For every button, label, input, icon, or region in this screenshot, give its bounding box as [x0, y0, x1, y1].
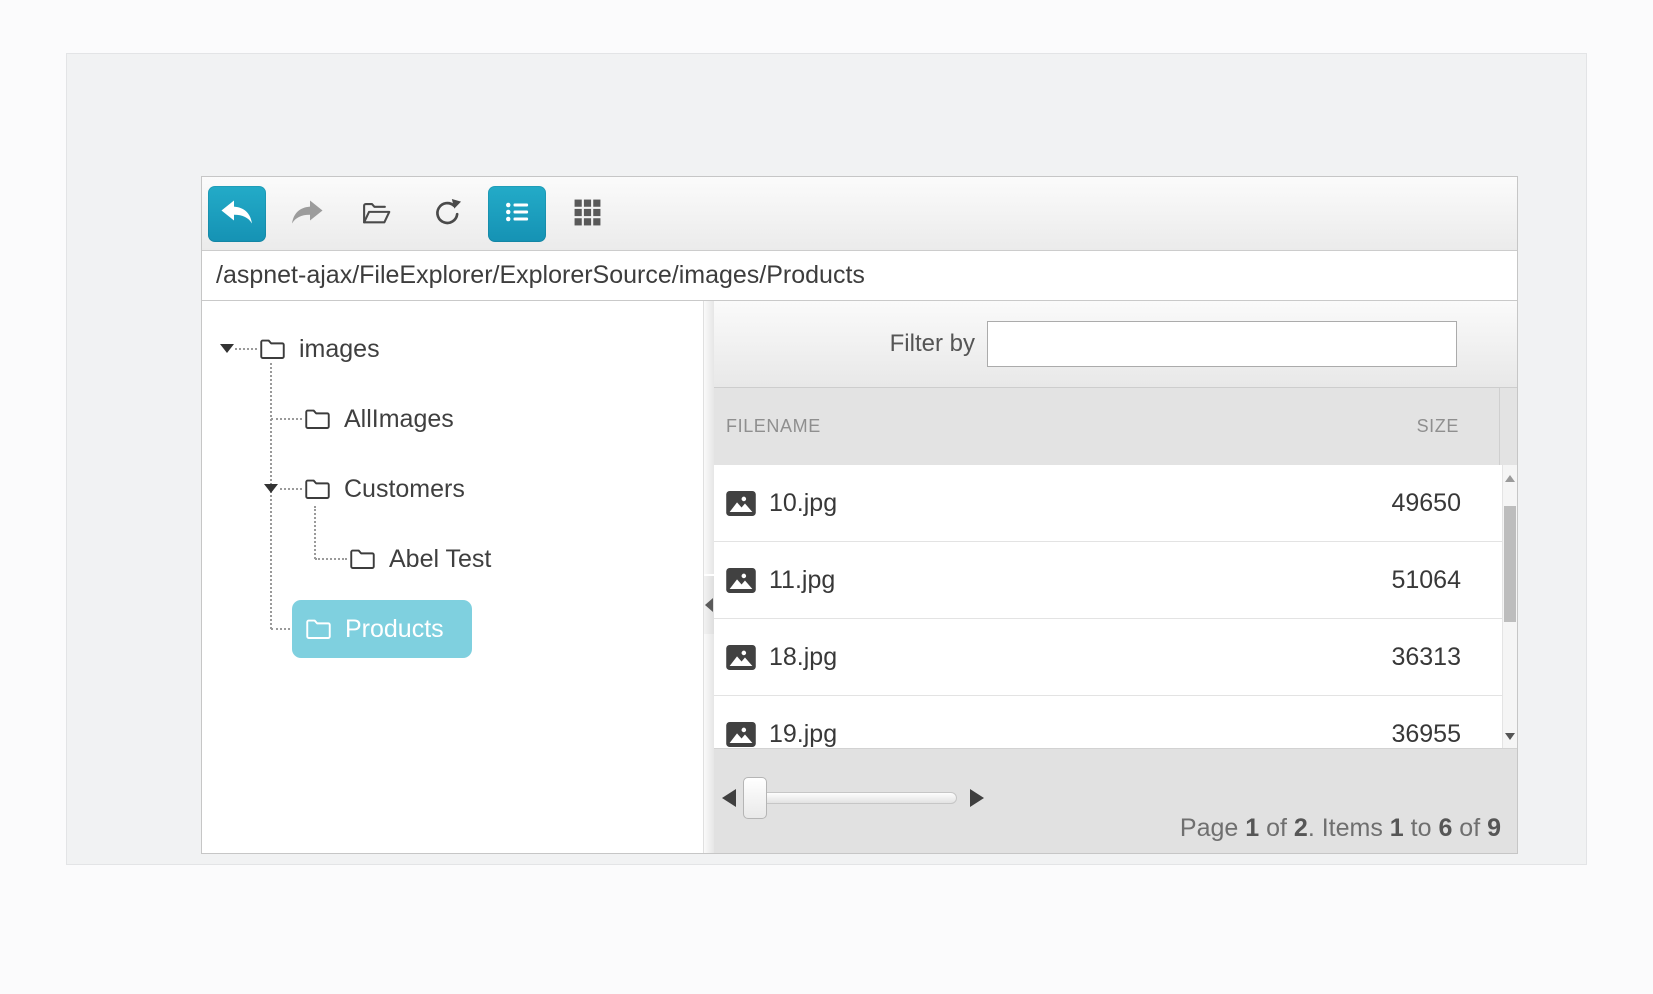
tree-node-customers[interactable]: Customers [304, 454, 465, 524]
tree-connector [315, 558, 347, 560]
tree-connector [271, 628, 290, 630]
image-file-icon [726, 645, 756, 670]
tree-connector [280, 488, 302, 490]
open-folder-icon [361, 199, 393, 229]
pager-text: Page [1180, 814, 1245, 842]
image-file-icon [726, 722, 756, 747]
folder-tree: images AllImages [202, 301, 703, 853]
table-row[interactable]: 11.jpg 51064 [714, 542, 1502, 619]
file-rows: 10.jpg 49650 11.jpg 51064 [714, 465, 1502, 748]
pager-text: of [1452, 814, 1487, 842]
list-view-icon [503, 198, 531, 229]
pager-text: . Items [1308, 814, 1390, 842]
pane-splitter[interactable] [703, 301, 714, 853]
file-name: 11.jpg [769, 566, 1282, 595]
pager-status: Page 1 of 2. Items 1 to 6 of 9 [1180, 814, 1501, 843]
pager-item-from: 1 [1390, 814, 1404, 842]
address-bar [202, 251, 1517, 301]
pager-slider-track[interactable] [745, 792, 957, 804]
scroll-up-icon[interactable] [1505, 475, 1515, 482]
explorer-body: images AllImages [202, 301, 1517, 853]
grid-view-button[interactable] [558, 186, 616, 242]
folder-icon [305, 617, 332, 641]
tree-node-label: AllImages [344, 405, 454, 434]
back-button[interactable] [208, 186, 266, 242]
expand-arrow-images[interactable] [220, 344, 234, 353]
pager-slider-thumb[interactable] [743, 777, 767, 819]
file-size: 51064 [1282, 566, 1502, 595]
column-header-filler [1500, 388, 1517, 465]
file-name: 19.jpg [769, 720, 1282, 749]
file-size: 49650 [1282, 489, 1502, 518]
address-input[interactable] [202, 251, 1517, 300]
demo-card: images AllImages [66, 53, 1587, 865]
column-header-size[interactable]: SIZE [1280, 388, 1500, 465]
grid-header: FILENAME SIZE [714, 388, 1517, 465]
tree-connector [270, 363, 272, 629]
folder-icon [349, 547, 376, 571]
pager-item-total: 9 [1487, 814, 1501, 842]
file-name: 18.jpg [769, 643, 1282, 672]
pager-next-icon[interactable] [970, 789, 984, 807]
refresh-icon [433, 198, 462, 230]
pager-prev-icon[interactable] [722, 789, 736, 807]
pager-page-total: 2 [1294, 814, 1308, 842]
open-folder-button[interactable] [348, 186, 406, 242]
toolbar [202, 177, 1517, 251]
tree-node-products-selected[interactable]: Products [292, 600, 472, 658]
pager-text: of [1259, 814, 1294, 842]
tree-node-images[interactable]: images [259, 314, 380, 384]
folder-icon [304, 407, 331, 431]
filter-input[interactable] [987, 321, 1457, 367]
grid-body: 10.jpg 49650 11.jpg 51064 [714, 465, 1517, 748]
tree-node-abel-test[interactable]: Abel Test [349, 524, 491, 594]
back-icon [219, 197, 255, 230]
folder-icon [259, 337, 286, 361]
tree-node-label: Customers [344, 475, 465, 504]
folder-icon [304, 477, 331, 501]
table-row[interactable]: 19.jpg 36955 [714, 696, 1502, 748]
list-view-button[interactable] [488, 186, 546, 242]
forward-icon [289, 197, 325, 230]
file-grid-pane: Filter by FILENAME SIZE [714, 301, 1517, 853]
collapse-left-icon [705, 598, 713, 612]
tree-node-label: Products [345, 615, 444, 644]
table-row[interactable]: 18.jpg 36313 [714, 619, 1502, 696]
grid-pager: Page 1 of 2. Items 1 to 6 of 9 [714, 748, 1517, 853]
image-file-icon [726, 568, 756, 593]
pager-item-to: 6 [1438, 814, 1452, 842]
filter-label: Filter by [890, 330, 975, 358]
table-row[interactable]: 10.jpg 49650 [714, 465, 1502, 542]
refresh-button[interactable] [418, 186, 476, 242]
splitter-collapse-handle[interactable] [704, 574, 714, 634]
file-name: 10.jpg [769, 489, 1282, 518]
image-file-icon [726, 491, 756, 516]
tree-connector [271, 418, 302, 420]
file-size: 36313 [1282, 643, 1502, 672]
tree-node-label: images [299, 335, 380, 364]
pager-text: to [1404, 814, 1439, 842]
vertical-scrollbar[interactable] [1502, 465, 1517, 748]
forward-button[interactable] [278, 186, 336, 242]
tree-connector [235, 348, 257, 350]
pager-page-current: 1 [1245, 814, 1259, 842]
file-size: 36955 [1282, 720, 1502, 749]
column-header-filename[interactable]: FILENAME [714, 416, 1280, 437]
expand-arrow-customers[interactable] [264, 484, 278, 493]
tree-node-label: Abel Test [389, 545, 491, 574]
page-background: images AllImages [0, 0, 1653, 994]
file-explorer: images AllImages [201, 176, 1518, 854]
grid-view-icon [574, 199, 601, 229]
tree-node-allimages[interactable]: AllImages [304, 384, 454, 454]
scrollbar-thumb[interactable] [1504, 506, 1516, 622]
filter-bar: Filter by [714, 301, 1517, 388]
scroll-down-icon[interactable] [1505, 733, 1515, 740]
